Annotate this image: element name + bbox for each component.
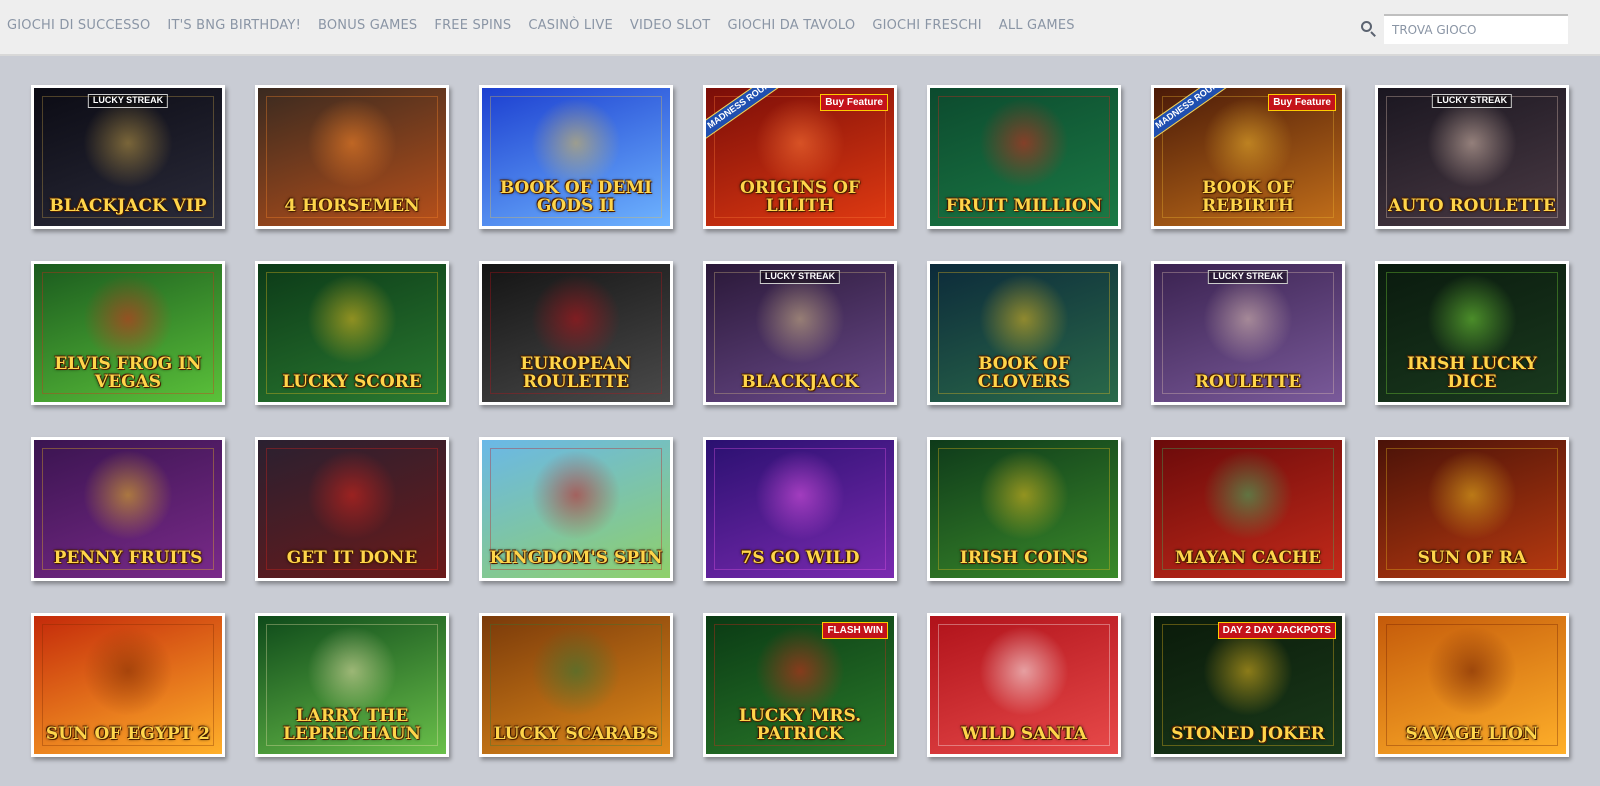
feature-badge: FLASH WIN — [822, 622, 888, 639]
nav-item-bonus-games[interactable]: BONUS GAMES — [318, 18, 417, 33]
game-title: 7s GO WILD — [740, 548, 860, 569]
game-tile[interactable]: EUROPEAN ROULETTE — [479, 261, 673, 405]
game-title: MAYAN CACHE — [1174, 548, 1322, 569]
game-title: PENNY FRUITS — [53, 548, 203, 569]
search-input[interactable] — [1384, 14, 1568, 44]
game-title: BLACKJACK — [741, 372, 859, 393]
game-title: IRISH COINS — [959, 548, 1089, 569]
game-title: SUN OF RA — [1417, 548, 1527, 569]
game-tile[interactable]: WILD SANTA — [927, 613, 1121, 757]
game-tile[interactable]: 4 HORSEMEN — [255, 85, 449, 229]
game-tile[interactable]: LUCKY STREAK ROULETTE — [1151, 261, 1345, 405]
nav-item-giochi-da-tavolo[interactable]: GIOCHI DA TAVOLO — [727, 18, 855, 33]
game-title: BOOK OF DEMI GODS II — [499, 178, 653, 217]
game-title: GET IT DONE — [286, 548, 418, 569]
nav-item-giochi-freschi[interactable]: GIOCHI FRESCHI — [872, 18, 981, 33]
game-tile[interactable]: SUN OF EGYPT 2 — [31, 613, 225, 757]
feature-badge: Buy Feature — [820, 94, 888, 111]
game-tile[interactable]: MAYAN CACHE — [1151, 437, 1345, 581]
game-title: SAVAGE LION — [1405, 724, 1539, 745]
game-tile[interactable]: BOOK OF DEMI GODS II — [479, 85, 673, 229]
game-title: EUROPEAN ROULETTE — [520, 354, 632, 393]
feature-badge: Buy Feature — [1268, 94, 1336, 111]
nav-item-all-games[interactable]: ALL GAMES — [999, 18, 1075, 33]
search-icon[interactable] — [1360, 20, 1378, 38]
game-tile[interactable]: SUN OF RA — [1375, 437, 1569, 581]
game-tile[interactable]: BOOK OF CLOVERS — [927, 261, 1121, 405]
nav-item-bng-birthday[interactable]: IT'S BNG BIRTHDAY! — [167, 18, 301, 33]
game-title: KINGDOM'S SPIN — [489, 548, 663, 569]
game-title: AUTO ROULETTE — [1388, 196, 1556, 217]
category-nav: GIOCHI DI SUCCESSO IT'S BNG BIRTHDAY! BO… — [7, 18, 1092, 33]
game-title: ROULETTE — [1194, 372, 1302, 393]
game-title: ORIGINS OF LILITH — [740, 178, 860, 217]
game-tile[interactable]: IRISH LUCKY DICE — [1375, 261, 1569, 405]
game-tile[interactable]: MAY MADNESS ROUND 3Buy FeatureBOOK OF RE… — [1151, 85, 1345, 229]
game-tile[interactable]: LUCKY STREAK BLACKJACK — [703, 261, 897, 405]
game-title: LUCKY MRS. PATRICK — [738, 706, 862, 745]
game-tile[interactable]: LUCKY SCARABS — [479, 613, 673, 757]
game-tile[interactable]: LUCKY SCORE — [255, 261, 449, 405]
game-title: 4 HORSEMEN — [284, 196, 420, 217]
game-tile[interactable]: ELVIS FROG IN VEGAS — [31, 261, 225, 405]
game-tile[interactable]: GET IT DONE — [255, 437, 449, 581]
game-tile[interactable]: IRISH COINS — [927, 437, 1121, 581]
game-title: IRISH LUCKY DICE — [1406, 354, 1538, 393]
game-tile[interactable]: PENNY FRUITS — [31, 437, 225, 581]
game-grid: LUCKY STREAK BLACKJACK VIP 4 HORSEMEN BOOK … — [31, 85, 1571, 757]
provider-logo: LUCKY STREAK — [87, 94, 169, 108]
game-title: BOOK OF REBIRTH — [1202, 178, 1294, 217]
game-tile[interactable]: FRUIT MILLION — [927, 85, 1121, 229]
game-tile[interactable]: FLASH WIN LUCKY MRS. PATRICK — [703, 613, 897, 757]
game-tile[interactable]: FUGASODAY 2 DAY JACKPOTSSTONED JOKER — [1151, 613, 1345, 757]
game-tile[interactable]: KINGDOM'S SPIN — [479, 437, 673, 581]
nav-item-video-slot[interactable]: VIDEO SLOT — [630, 18, 711, 33]
game-tile[interactable]: LARRY THE LEPRECHAUN — [255, 613, 449, 757]
game-title: SUN OF EGYPT 2 — [45, 724, 211, 745]
nav-item-giochi-di-successo[interactable]: GIOCHI DI SUCCESSO — [7, 18, 150, 33]
game-title: LUCKY SCARABS — [493, 724, 659, 745]
game-title: ELVIS FROG IN VEGAS — [54, 354, 202, 393]
nav-item-casino-live[interactable]: CASINÒ LIVE — [528, 18, 613, 33]
provider-logo: LUCKY STREAK — [1207, 270, 1289, 284]
game-tile[interactable]: LUCKY STREAK BLACKJACK VIP — [31, 85, 225, 229]
game-tile[interactable]: LUCKY STREAK AUTO ROULETTE — [1375, 85, 1569, 229]
game-tile[interactable]: SAVAGE LION — [1375, 613, 1569, 757]
top-navigation-bar: GIOCHI DI SUCCESSO IT'S BNG BIRTHDAY! BO… — [0, 0, 1600, 56]
provider-logo: LUCKY STREAK — [759, 270, 841, 284]
game-title: BOOK OF CLOVERS — [977, 354, 1071, 393]
game-title: FRUIT MILLION — [945, 196, 1103, 217]
nav-item-free-spins[interactable]: FREE SPINS — [434, 18, 511, 33]
feature-badge: DAY 2 DAY JACKPOTS — [1217, 622, 1336, 639]
provider-logo: LUCKY STREAK — [1431, 94, 1513, 108]
game-title: LARRY THE LEPRECHAUN — [283, 706, 421, 745]
game-tile[interactable]: 7s GO WILD — [703, 437, 897, 581]
game-title: LUCKY SCORE — [282, 372, 422, 393]
search-box — [1360, 14, 1570, 44]
game-title: BLACKJACK VIP — [49, 196, 207, 217]
game-tile[interactable]: MAY MADNESS ROUND 3Buy FeatureORIGINS OF… — [703, 85, 897, 229]
game-title: WILD SANTA — [961, 724, 1087, 745]
game-title: STONED JOKER — [1171, 724, 1325, 745]
